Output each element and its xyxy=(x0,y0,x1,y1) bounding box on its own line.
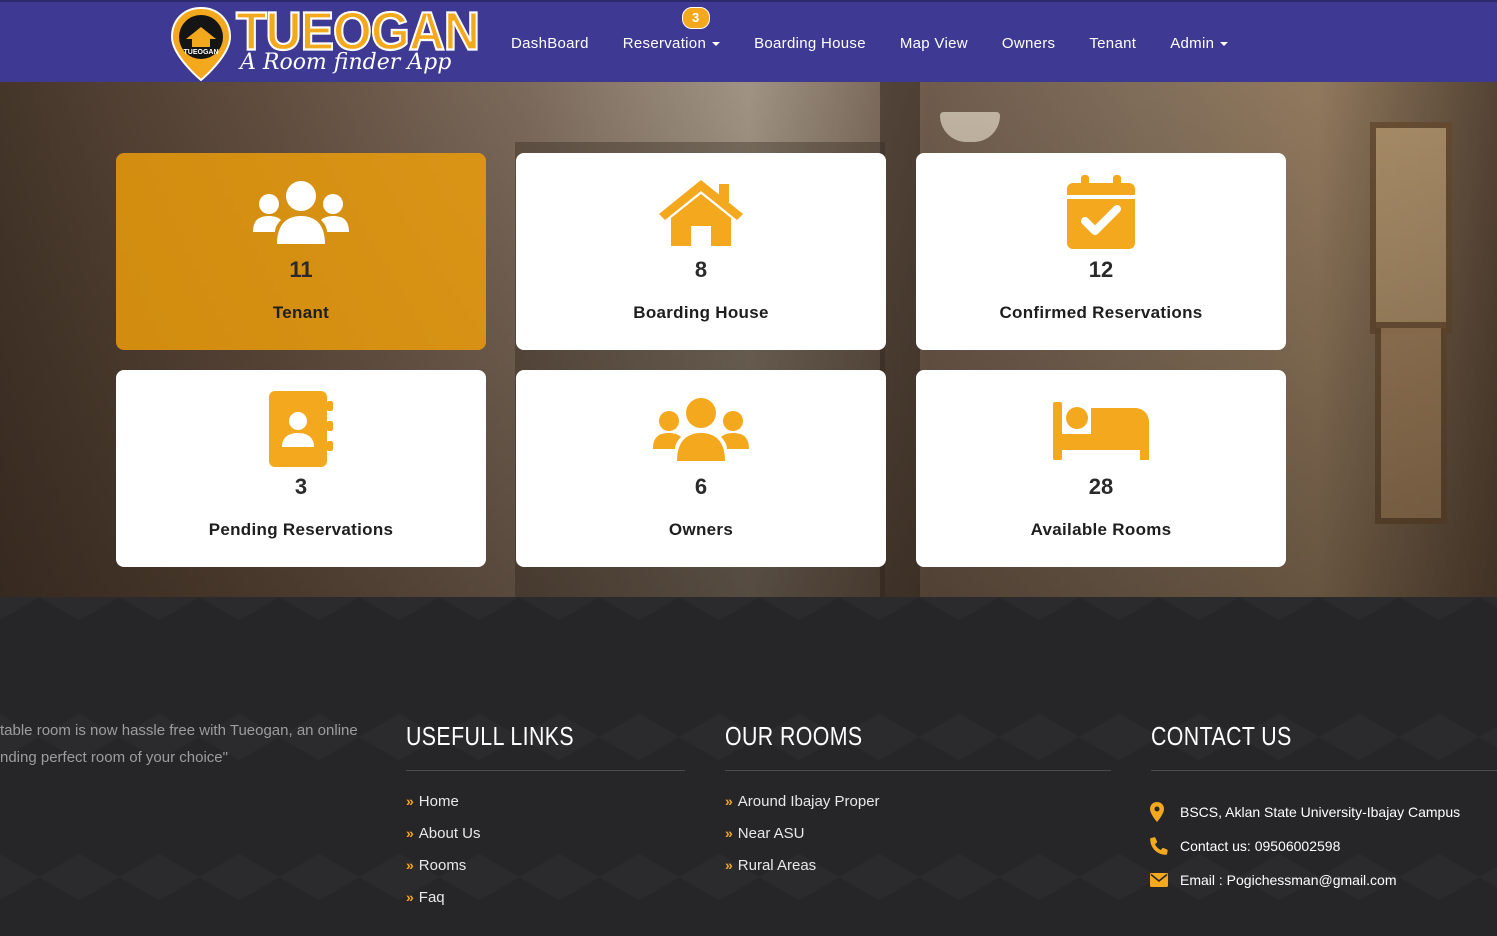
users-icon xyxy=(116,173,486,253)
double-chevron-right-icon: » xyxy=(725,857,733,873)
useful-links-list: » Home » About Us » Rooms » Faq xyxy=(406,793,481,921)
nav-owners[interactable]: Owners xyxy=(985,35,1072,52)
footer-about-text: table room is now hassle free with Tueog… xyxy=(0,722,358,766)
nav-menu: DashBoard Reservation 3 Boarding House M… xyxy=(494,2,1245,84)
users-icon xyxy=(516,390,886,470)
contact-email: Email : Pogichessman@gmail.com xyxy=(1150,863,1460,897)
brand-logo[interactable]: TUEOGAN TUEOGAN A Room finder App xyxy=(170,0,481,82)
double-chevron-right-icon: » xyxy=(725,825,733,841)
stat-count: 6 xyxy=(694,474,708,499)
address-book-icon xyxy=(116,390,486,470)
nav-map-view[interactable]: Map View xyxy=(883,35,985,52)
stat-card-tenant[interactable]: 11 Tenant xyxy=(116,153,486,350)
dashboard-hero: 11 Tenant 8 Boarding House 12 Confirmed xyxy=(0,82,1497,597)
contact-list: BSCS, Aklan State University-Ibajay Camp… xyxy=(1150,795,1460,897)
footer-link-home[interactable]: » Home xyxy=(406,793,481,825)
nav-dashboard[interactable]: DashBoard xyxy=(494,35,606,52)
stat-card-confirmed-reservations[interactable]: 12 Confirmed Reservations xyxy=(916,153,1286,350)
double-chevron-right-icon: » xyxy=(725,793,733,809)
stat-label: Boarding House xyxy=(633,303,769,322)
double-chevron-right-icon: » xyxy=(406,825,414,841)
envelope-icon xyxy=(1150,873,1180,887)
nav-boarding-house[interactable]: Boarding House xyxy=(737,35,883,52)
stat-card-pending-reservations[interactable]: 3 Pending Reservations xyxy=(116,370,486,567)
footer-link-faq[interactable]: » Faq xyxy=(406,889,481,921)
footer-link-near-asu[interactable]: » Near ASU xyxy=(725,825,880,857)
stat-card-boarding-house[interactable]: 8 Boarding House xyxy=(516,153,886,350)
stat-card-owners[interactable]: 6 Owners xyxy=(516,370,886,567)
stat-count: 3 xyxy=(294,474,308,499)
house-icon xyxy=(516,173,886,253)
nav-reservation[interactable]: Reservation 3 xyxy=(606,6,737,52)
chevron-down-icon xyxy=(1220,41,1229,46)
stat-count: 28 xyxy=(1088,474,1114,499)
chevron-down-icon xyxy=(712,41,721,46)
divider xyxy=(725,770,1111,771)
useful-links-title: USEFULL LINKS xyxy=(406,721,575,751)
reservation-count-badge: 3 xyxy=(681,6,710,29)
nav-tenant[interactable]: Tenant xyxy=(1072,35,1153,52)
stat-label: Pending Reservations xyxy=(208,520,394,539)
calendar-check-icon xyxy=(916,173,1286,253)
site-footer: table room is now hassle free with Tueog… xyxy=(0,597,1497,936)
top-navbar: TUEOGAN TUEOGAN A Room finder App DashBo… xyxy=(0,0,1497,82)
our-rooms-title: OUR ROOMS xyxy=(725,721,863,751)
contact-address: BSCS, Aklan State University-Ibajay Camp… xyxy=(1150,795,1460,829)
stat-count: 8 xyxy=(694,257,708,282)
double-chevron-right-icon: » xyxy=(406,857,414,873)
brand-subtitle: A Room finder App xyxy=(240,50,452,75)
stat-count: 11 xyxy=(289,257,313,282)
contact-phone: Contact us: 09506002598 xyxy=(1150,829,1460,863)
double-chevron-right-icon: » xyxy=(406,889,414,905)
stat-label: Confirmed Reservations xyxy=(999,303,1203,322)
nav-admin[interactable]: Admin xyxy=(1153,35,1245,52)
our-rooms-list: » Around Ibajay Proper » Near ASU » Rural A… xyxy=(725,793,880,889)
stat-label: Tenant xyxy=(272,303,330,322)
footer-link-about-us[interactable]: » About Us xyxy=(406,825,481,857)
stat-label: Available Rooms xyxy=(1030,520,1172,539)
svg-text:TUEOGAN: TUEOGAN xyxy=(184,49,219,56)
bed-icon xyxy=(916,390,1286,470)
stat-label: Owners xyxy=(668,520,734,539)
phone-icon xyxy=(1150,837,1180,855)
stat-count: 12 xyxy=(1088,257,1114,282)
stat-card-available-rooms[interactable]: 28 Available Rooms xyxy=(916,370,1286,567)
double-chevron-right-icon: » xyxy=(406,793,414,809)
logo-pin-icon: TUEOGAN xyxy=(170,6,232,82)
footer-link-around-ibajay[interactable]: » Around Ibajay Proper xyxy=(725,793,880,825)
footer-link-rooms[interactable]: » Rooms xyxy=(406,857,481,889)
divider xyxy=(1151,770,1497,771)
footer-link-rural-areas[interactable]: » Rural Areas xyxy=(725,857,880,889)
divider xyxy=(406,770,685,771)
map-marker-icon xyxy=(1150,802,1180,822)
contact-title: CONTACT US xyxy=(1151,721,1292,751)
